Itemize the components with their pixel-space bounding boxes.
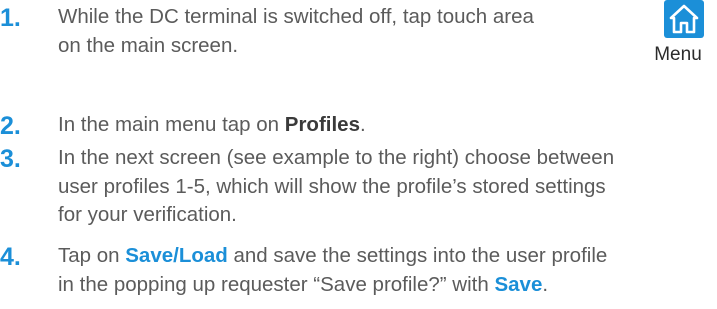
step-text-line: on the main screen. [58, 33, 239, 57]
step-text-prefix: In the main menu tap on [58, 113, 285, 136]
step-text-prefix: Tap on [58, 244, 126, 267]
step-number: 3. [0, 145, 21, 173]
step-text: In the main menu tap on Profiles. [58, 111, 366, 140]
step-number: 4. [0, 243, 21, 271]
menu-button-image: Menu [642, 0, 714, 72]
step-number: 2. [0, 112, 21, 140]
step-text-line: Tap on Save/Load and save the settings i… [58, 242, 607, 271]
step-text-line: in the popping up requester “Save profil… [58, 271, 607, 300]
profiles-label: Profiles [284, 113, 360, 136]
step-text-line: for your verification. [58, 203, 237, 226]
step-text-suffix: . [542, 272, 549, 296]
step-text-line: user profiles 1-5, which will show the p… [58, 174, 606, 198]
step-text: In the next screen (see example to the r… [58, 144, 614, 230]
step-text-suffix: and save the settings into the user prof… [227, 244, 608, 267]
step-text-line: In the next screen (see example to the r… [58, 146, 615, 169]
step-text: While the DC terminal is switched off, t… [58, 3, 534, 60]
step-text-prefix: in the popping up requester “Save profil… [58, 272, 495, 296]
home-icon [664, 0, 704, 38]
save-load-label: Save/Load [125, 244, 228, 267]
save-label: Save [494, 272, 543, 296]
step-text-line: While the DC terminal is switched off, t… [58, 5, 534, 28]
step-text-line: In the main menu tap on Profiles. [58, 111, 366, 140]
step-number: 1. [0, 4, 21, 32]
menu-label: Menu [654, 44, 702, 65]
step-text: Tap on Save/Load and save the settings i… [58, 242, 607, 299]
step-text-suffix: . [359, 113, 366, 136]
